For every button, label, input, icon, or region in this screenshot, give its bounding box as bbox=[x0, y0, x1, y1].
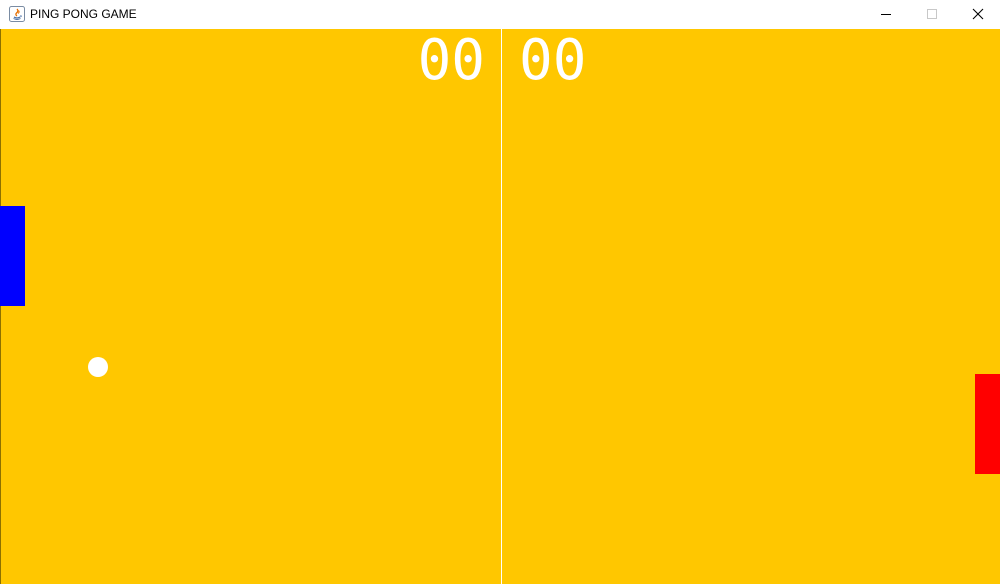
right-player-score: 00 bbox=[519, 29, 587, 93]
close-icon bbox=[972, 8, 984, 20]
minimize-icon bbox=[881, 14, 891, 15]
maximize-button[interactable] bbox=[909, 0, 955, 29]
game-window: PING PONG GAME 00 00 bbox=[0, 0, 1000, 584]
center-line bbox=[501, 29, 502, 584]
minimize-button[interactable] bbox=[863, 0, 909, 29]
window-title: PING PONG GAME bbox=[30, 7, 137, 21]
canvas-left-edge bbox=[0, 29, 1, 584]
left-player-score: 00 bbox=[417, 29, 485, 93]
maximize-icon bbox=[927, 9, 937, 19]
title-bar[interactable]: PING PONG GAME bbox=[0, 0, 1000, 29]
ball bbox=[88, 357, 108, 377]
close-button[interactable] bbox=[955, 0, 1000, 29]
java-icon bbox=[9, 6, 25, 22]
left-paddle bbox=[0, 206, 25, 306]
game-canvas[interactable]: 00 00 bbox=[0, 29, 1000, 584]
right-paddle bbox=[975, 374, 1000, 474]
